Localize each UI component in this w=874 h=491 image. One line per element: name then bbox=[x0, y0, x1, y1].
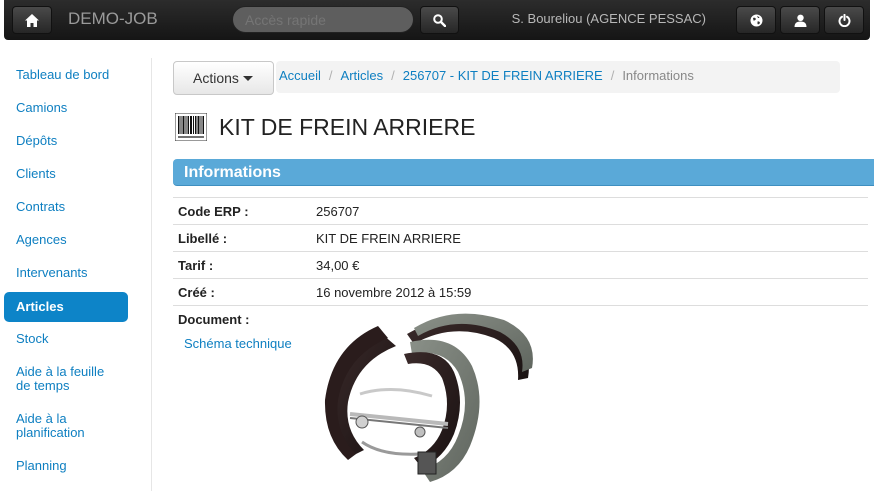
breadcrumb-separator: / bbox=[391, 68, 395, 83]
sidebar-item-aide-planification[interactable]: Aide à la planification bbox=[4, 412, 104, 440]
detail-row: Créé : 16 novembre 2012 à 15:59 bbox=[173, 278, 868, 305]
page-title: KIT DE FREIN ARRIERE bbox=[219, 113, 476, 140]
detail-label: Tarif : bbox=[178, 258, 214, 273]
breadcrumb: Accueil / Articles / 256707 - KIT DE FREIN A… bbox=[276, 61, 840, 93]
search-input[interactable] bbox=[232, 6, 414, 33]
home-icon bbox=[25, 13, 39, 27]
sidebar-item-camions[interactable]: Camions bbox=[4, 101, 128, 115]
detail-value: 16 novembre 2012 à 15:59 bbox=[316, 285, 472, 300]
actions-dropdown-button[interactable]: Actions bbox=[173, 61, 274, 95]
detail-value: 34,00 € bbox=[316, 258, 360, 273]
sidebar-item-stock[interactable]: Stock bbox=[4, 332, 128, 346]
actions-label: Actions bbox=[193, 70, 239, 86]
language-button[interactable] bbox=[736, 6, 776, 34]
sidebar-item-agences[interactable]: Agences bbox=[4, 233, 128, 247]
brand-title[interactable]: DEMO-JOB bbox=[68, 9, 158, 29]
detail-label: Libellé : bbox=[178, 231, 228, 246]
logout-button[interactable] bbox=[824, 6, 864, 34]
user-name: S. Boureliou (AGENCE PESSAC) bbox=[511, 11, 706, 26]
breadcrumb-link-accueil[interactable]: Accueil bbox=[279, 68, 321, 83]
document-link[interactable]: Schéma technique bbox=[184, 336, 292, 351]
user-icon bbox=[794, 14, 806, 27]
breadcrumb-current: Informations bbox=[622, 68, 694, 83]
detail-label: Code ERP : bbox=[178, 204, 249, 219]
caret-down-icon bbox=[242, 75, 253, 81]
sidebar-item-clients[interactable]: Clients bbox=[4, 167, 128, 181]
detail-row: Code ERP : 256707 bbox=[173, 197, 868, 224]
sidebar: Tableau de bord Camions Dépôts Clients C… bbox=[0, 58, 152, 491]
profile-button[interactable] bbox=[780, 6, 820, 34]
breadcrumb-separator: / bbox=[328, 68, 333, 83]
search-button[interactable] bbox=[420, 6, 459, 34]
breadcrumb-separator: / bbox=[610, 68, 615, 83]
barcode-icon bbox=[175, 113, 207, 141]
page-header: KIT DE FREIN ARRIERE bbox=[175, 113, 475, 141]
detail-row: Libellé : KIT DE FREIN ARRIERE bbox=[173, 224, 868, 251]
home-button[interactable] bbox=[12, 6, 52, 34]
section-header: Informations bbox=[173, 159, 874, 186]
search-icon bbox=[433, 13, 446, 27]
detail-row: Tarif : 34,00 € bbox=[173, 251, 868, 278]
section-title: Informations bbox=[184, 164, 281, 181]
sidebar-item-articles[interactable]: Articles bbox=[4, 292, 128, 322]
top-navbar: DEMO-JOB S. Boureliou (AGENCE PESSAC) bbox=[4, 0, 870, 40]
breadcrumb-link-article[interactable]: 256707 - KIT DE FREIN ARRIERE bbox=[403, 68, 603, 83]
breadcrumb-link-articles[interactable]: Articles bbox=[341, 68, 384, 83]
detail-value: 256707 bbox=[316, 204, 360, 219]
sidebar-item-depots[interactable]: Dépôts bbox=[4, 134, 128, 148]
detail-label: Créé : bbox=[178, 285, 215, 300]
sidebar-item-tableau-de-bord[interactable]: Tableau de bord bbox=[4, 68, 128, 82]
sidebar-item-intervenants[interactable]: Intervenants bbox=[4, 266, 128, 280]
document-label: Document : bbox=[178, 312, 250, 327]
brake-kit-image bbox=[324, 313, 533, 482]
power-icon bbox=[838, 13, 850, 27]
globe-icon bbox=[750, 14, 762, 26]
sidebar-item-contrats[interactable]: Contrats bbox=[4, 200, 128, 214]
detail-value: KIT DE FREIN ARRIERE bbox=[316, 231, 461, 246]
sidebar-item-planning[interactable]: Planning bbox=[4, 459, 128, 473]
sidebar-item-aide-feuille-de-temps[interactable]: Aide à la feuille de temps bbox=[4, 365, 122, 393]
